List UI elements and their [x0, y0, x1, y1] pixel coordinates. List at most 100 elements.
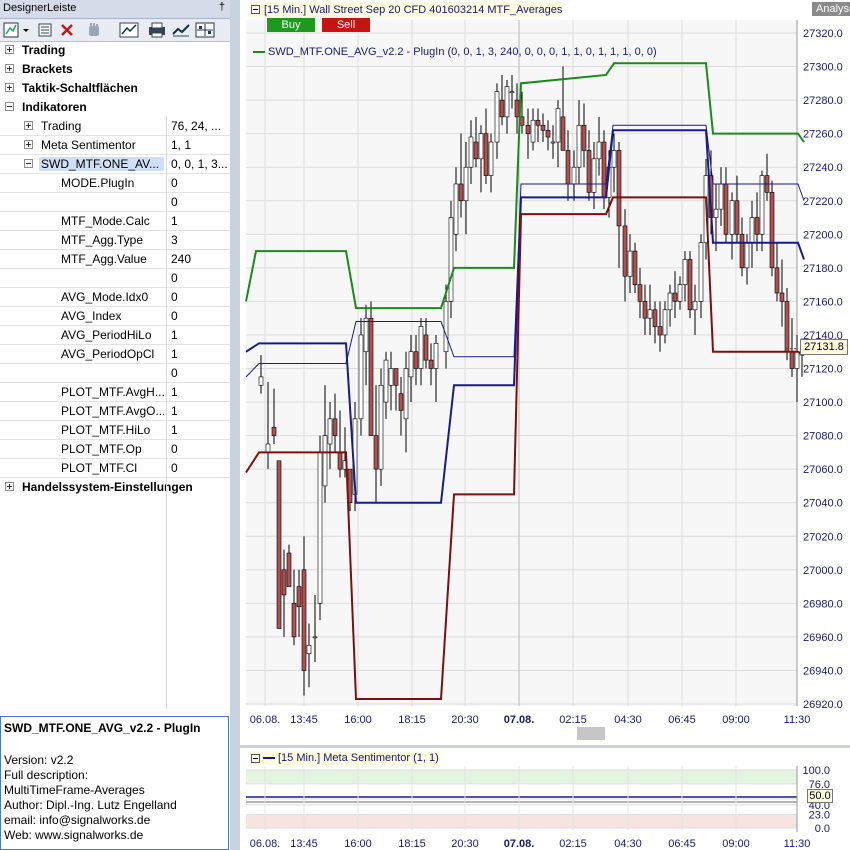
price-chart[interactable]: 27320.0 27300.0 27280.0 27260.0 27240.0 27220…	[240, 0, 850, 745]
y-tick-label: 27000.0	[803, 565, 843, 577]
delete-icon[interactable]	[58, 21, 76, 38]
tree-section[interactable]: Brackets	[0, 60, 230, 79]
indicator-value[interactable]: 76, 24, ...	[171, 119, 229, 133]
parameter-value[interactable]: 1	[171, 404, 229, 418]
parameter-value[interactable]: 3	[171, 233, 229, 247]
x-tick-label: 04:30	[614, 714, 642, 726]
parameter-row[interactable]: AVG_PeriodOpCl 1	[0, 345, 230, 364]
expand-icon[interactable]	[24, 140, 33, 149]
parameter-label: AVG_Index	[61, 309, 122, 323]
x-tick-label: 18:15	[398, 838, 426, 850]
parameter-value[interactable]: 1	[171, 347, 229, 361]
x-tick-label: 04:30	[614, 838, 642, 850]
tree-column-divider	[166, 117, 167, 709]
parameter-value[interactable]: 0	[171, 442, 229, 456]
sell-button[interactable]: Sell	[322, 18, 370, 32]
tree-section[interactable]: Trading	[0, 41, 230, 60]
parameter-row[interactable]: 0	[0, 364, 230, 383]
parameter-value[interactable]: 1	[171, 385, 229, 399]
x-tick-label: 09:00	[722, 714, 750, 726]
candle-body	[540, 124, 546, 131]
candle-body	[398, 393, 404, 411]
price-chart-canvas[interactable]: 27320.0 27300.0 27280.0 27260.0 27240.0 27220…	[240, 0, 850, 745]
tree-section[interactable]: Taktik-Schaltflächen	[0, 79, 230, 98]
parameter-row[interactable]: MODE.PlugIn 0	[0, 174, 230, 193]
panel-splitter[interactable]	[230, 0, 240, 850]
parameter-row[interactable]: MTF_Mode.Calc 1	[0, 212, 230, 231]
candle-body	[616, 150, 622, 227]
candle-body	[682, 259, 688, 285]
expand-icon[interactable]	[24, 121, 33, 130]
parameter-value[interactable]: 0	[171, 290, 229, 304]
parameter-value[interactable]: 0	[171, 195, 229, 209]
parameter-label: AVG_PeriodHiLo	[61, 328, 152, 342]
parameter-row[interactable]: PLOT_MTF.AvgO... 1	[0, 402, 230, 421]
parameter-row[interactable]: MTF_Agg.Type 3	[0, 231, 230, 250]
candle-body	[565, 150, 571, 185]
sentimentor-value-label: 50.0	[807, 789, 833, 803]
list-icon[interactable]	[36, 21, 54, 38]
hand-icon[interactable]	[84, 21, 106, 38]
collapse-icon[interactable]	[5, 102, 14, 111]
parameter-row[interactable]: AVG_PeriodHiLo 1	[0, 326, 230, 345]
parameter-label: MTF_Agg.Type	[61, 233, 144, 247]
parameter-value[interactable]: 0	[171, 461, 229, 475]
tree-section[interactable]: Indikatoren	[0, 98, 230, 117]
horizontal-scrollbar[interactable]	[240, 726, 850, 742]
candle-body	[672, 292, 678, 302]
scrollbar-thumb[interactable]	[577, 727, 605, 740]
parameter-value[interactable]: 0	[171, 271, 229, 285]
expand-icon[interactable]	[5, 45, 14, 54]
indicator-row[interactable]: SWD_MTF.ONE_AV... 0, 0, 1, 3...	[0, 155, 230, 174]
trend-icon[interactable]	[170, 21, 192, 38]
y-tick-label: 27160.0	[803, 296, 843, 308]
indicator-legend[interactable]: SWD_MTF.ONE_AVG_v2.2 - PlugIn (0, 0, 1, …	[253, 46, 657, 58]
parameter-row[interactable]: 0	[0, 269, 230, 288]
parameter-row[interactable]: AVG_Mode.Idx0 0	[0, 288, 230, 307]
buy-button[interactable]: Buy	[267, 18, 315, 32]
bull-zone	[246, 770, 797, 784]
parameter-row[interactable]: PLOT_MTF.Cl 0	[0, 459, 230, 478]
legend-swatch	[263, 757, 275, 759]
parameter-value[interactable]: 0	[171, 309, 229, 323]
bear-zone	[246, 814, 797, 828]
parameter-row[interactable]: PLOT_MTF.Op 0	[0, 440, 230, 459]
parameter-value[interactable]: 1	[171, 214, 229, 228]
pin-icon[interactable]: †	[219, 1, 225, 13]
candle-body	[667, 292, 673, 311]
x-tick-label: 06:45	[668, 714, 696, 726]
parameter-row[interactable]: 0	[0, 193, 230, 212]
parameter-row[interactable]: PLOT_MTF.AvgH... 1	[0, 383, 230, 402]
draw-line-icon[interactable]	[118, 21, 140, 38]
candle-body	[677, 284, 683, 302]
expand-icon[interactable]	[5, 482, 14, 491]
expand-icon[interactable]	[5, 64, 14, 73]
expand-icon[interactable]	[5, 83, 14, 92]
analysen-button[interactable]: Analysen	[812, 2, 850, 16]
parameter-value[interactable]: 1	[171, 328, 229, 342]
indicator-value[interactable]: 1, 1	[171, 138, 229, 152]
collapse-icon[interactable]	[24, 159, 33, 168]
indicator-row[interactable]: Trading 76, 24, ...	[0, 117, 230, 136]
parameter-row[interactable]: AVG_Index 0	[0, 307, 230, 326]
chart-dropdown-icon[interactable]	[3, 21, 31, 38]
collapse-icon[interactable]	[251, 753, 260, 763]
print-icon[interactable]	[146, 21, 168, 38]
parameter-value[interactable]: 1	[171, 423, 229, 437]
indicator-value[interactable]: 0, 0, 1, 3...	[171, 157, 229, 171]
parameter-value[interactable]: 240	[171, 252, 229, 266]
chart-title: [15 Min.] Wall Street Sep 20 CFD 4016032…	[264, 3, 563, 16]
candle-body	[322, 435, 328, 487]
tree-section[interactable]: Handelssystem-Einstellungen	[0, 478, 230, 497]
candle-body	[657, 326, 663, 336]
indicator-row[interactable]: Meta Sentimentor 1, 1	[0, 136, 230, 155]
parameter-value[interactable]: 0	[171, 176, 229, 190]
collapse-icon[interactable]	[251, 5, 260, 14]
meta-sentimentor-chart[interactable]: 100.076.050.040.023.00.006.08.13:4516:00…	[240, 748, 850, 850]
y-tick-label: 27080.0	[803, 431, 843, 443]
crosshair-icon[interactable]	[194, 21, 216, 38]
candle-body	[413, 351, 419, 369]
parameter-row[interactable]: PLOT_MTF.HiLo 1	[0, 421, 230, 440]
parameter-row[interactable]: MTF_Agg.Value 240	[0, 250, 230, 269]
parameter-value[interactable]: 0	[171, 366, 229, 380]
